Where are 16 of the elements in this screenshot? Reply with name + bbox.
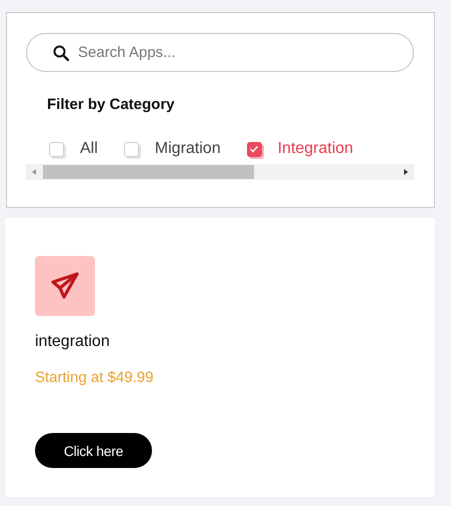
filter-heading: Filter by Category	[47, 96, 176, 113]
category-label[interactable]: All	[80, 140, 98, 158]
scrollbar[interactable]	[26, 164, 414, 180]
scroll-left-icon[interactable]	[32, 169, 36, 175]
scrollbar-thumb[interactable]	[43, 165, 254, 179]
check-icon	[249, 145, 260, 153]
search-field[interactable]: Search Apps...	[26, 33, 414, 72]
app-price: Starting at $49.99	[35, 369, 154, 386]
click-here-button[interactable]: Click here	[35, 433, 152, 468]
category-label[interactable]: Migration	[154, 140, 221, 158]
checkbox[interactable]	[49, 142, 64, 156]
category-label[interactable]: Integration	[278, 140, 354, 158]
scroll-right-icon[interactable]	[404, 169, 408, 175]
checkbox[interactable]	[124, 142, 139, 156]
app-title: integration	[35, 333, 111, 351]
checkbox[interactable]	[246, 142, 262, 156]
